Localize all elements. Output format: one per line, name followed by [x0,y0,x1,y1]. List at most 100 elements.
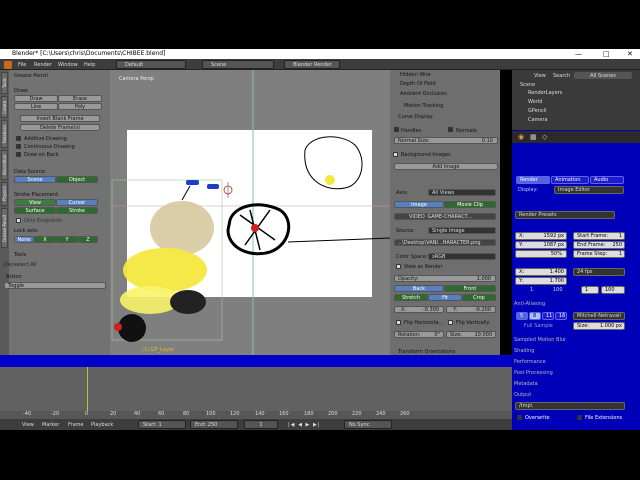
lock-x-button[interactable]: X [34,236,56,243]
normals-checkbox[interactable] [448,127,453,132]
front-button[interactable]: Front [444,285,496,292]
tab-physics[interactable]: Physics [1,182,8,206]
close-icon[interactable]: ✕ [627,49,633,59]
playback-controls-icon[interactable]: |◀ ◀ ▶ ▶| [288,421,321,429]
offset-x-field[interactable]: X: -0.300 [394,306,444,313]
resolution-percent-field[interactable]: 50% [515,250,567,258]
performance-header[interactable]: Performance [514,358,626,366]
tools-section-label[interactable]: Tools [14,252,26,258]
curve-display-header[interactable]: Curve Display [398,114,433,120]
action-select[interactable]: Toggle [4,282,106,289]
timeline-view-menu[interactable]: View [22,421,34,429]
frame-step-field[interactable]: Frame Step: 1 [573,250,625,258]
tab-animation[interactable]: Animation [1,150,8,180]
metadata-header[interactable]: Metadata [514,380,626,388]
scene-select[interactable]: Scene [202,60,274,69]
render-button[interactable]: Render [516,176,550,184]
flip-h-checkbox[interactable] [396,320,401,325]
outliner-item-gpencil[interactable]: GPencil [528,108,546,114]
output-path-field[interactable]: /tmp\ [515,402,625,410]
view-as-render-checkbox[interactable] [396,264,401,269]
overwrite-checkbox[interactable] [517,415,522,420]
dof-label[interactable]: Depth Of Field [400,81,436,87]
back-button[interactable]: Back [394,285,444,292]
image-datablock[interactable]: VIDEO_GAME-CHARACT... [394,213,496,220]
draw-on-back-checkbox[interactable] [16,152,21,157]
outliner-item-world[interactable]: World [528,99,542,105]
filepath-field[interactable]: ..\Desktop\VANI...HARACTER.png [394,239,496,246]
current-frame-field[interactable]: 1 [244,420,278,429]
resolution-y-field[interactable]: Y: 1087 px [515,241,567,249]
minimize-icon[interactable]: — [575,49,582,59]
scene-icon[interactable]: ◇ [542,133,547,141]
menu-render[interactable]: Render [34,61,52,69]
surface-placement-button[interactable]: Surface [14,207,56,214]
filter-size-field[interactable]: Size: 1.000 px [573,322,625,330]
render-engine-select[interactable]: Blender Render [284,60,340,69]
render-layers-icon[interactable]: ▦ [530,133,537,141]
sync-mode-select[interactable]: No Sync [344,420,392,429]
operator-title[interactable]: (De)select All [3,262,36,268]
menu-window[interactable]: Window [58,61,78,69]
background-images-checkbox[interactable] [393,152,398,157]
motion-tracking-header[interactable]: Motion Tracking [404,103,443,109]
scene-source-button[interactable]: Scene [14,176,56,183]
outliner-view-menu[interactable]: View [534,73,546,79]
poly-button[interactable]: Poly [58,103,102,110]
aa-8-button[interactable]: 8 [529,312,541,320]
output-header[interactable]: Output [514,391,626,399]
source-select[interactable]: Single Image [428,227,496,234]
tab-relations[interactable]: Relations [1,120,8,148]
outliner-display-select[interactable]: All Scenes [574,72,632,79]
aspect-y-field[interactable]: Y: 1.700 [515,277,567,285]
add-image-button[interactable]: Add Image [394,163,498,170]
line-button[interactable]: Line [14,103,58,110]
opacity-field[interactable]: Opacity: 1.000 [394,275,496,282]
editor-type-icon[interactable] [4,61,12,69]
draw-button[interactable]: Draw [14,95,58,102]
tab-tools[interactable]: Tools [1,72,8,94]
cursor-placement-button[interactable]: Cursor [56,199,98,206]
resolution-x-field[interactable]: X: 1592 px [515,232,567,240]
tab-grease-pencil[interactable]: Grease Pencil [1,208,8,248]
only-endpoints-checkbox[interactable] [16,218,21,223]
offset-y-field[interactable]: Y: -0.200 [446,306,496,313]
image-source-button[interactable]: Image [394,201,444,208]
tab-create[interactable]: Create [1,96,8,118]
camera-context-icon[interactable]: ◉ [518,133,524,141]
outliner-item-renderlayers[interactable]: RenderLayers [528,90,562,96]
flip-v-checkbox[interactable] [448,320,453,325]
axis-select[interactable]: All Views [428,189,496,196]
post-processing-header[interactable]: Post Processing [514,369,626,377]
timeline-start-field[interactable]: Start: 1 [138,420,186,429]
maximize-icon[interactable]: □ [603,49,610,59]
ao-label[interactable]: Ambient Occlusion [400,91,447,97]
frame-rate-select[interactable]: 24 fps [573,268,625,276]
full-sample-label[interactable]: Full Sample [524,323,553,329]
timeline-end-field[interactable]: End: 250 [190,420,238,429]
lock-z-button[interactable]: Z [78,236,98,243]
stretch-button[interactable]: Stretch [394,294,428,301]
time-remap-old[interactable]: 1 [581,286,599,294]
current-frame-cursor[interactable] [87,367,88,411]
lock-none-button[interactable]: None [14,236,34,243]
delete-frames-button[interactable]: Delete Frame(s) [20,124,100,131]
menu-help[interactable]: Help [84,61,95,69]
screen-layout-select[interactable]: Default [116,60,186,69]
aa-11-button[interactable]: 11 [542,312,554,320]
outliner-item-camera[interactable]: Camera [528,117,548,123]
additive-checkbox[interactable] [16,136,21,141]
continuous-checkbox[interactable] [16,144,21,149]
display-select[interactable]: Image Editor [554,186,624,194]
color-space-select[interactable]: sRGB [428,253,496,260]
stroke-placement-button[interactable]: Stroke [56,207,98,214]
animation-render-button[interactable]: Animation [551,176,589,184]
aa-16-button[interactable]: 16 [555,312,567,320]
anti-aliasing-header[interactable]: Anti-Aliasing [514,300,626,308]
insert-blank-frame-button[interactable]: Insert Blank Frame [20,115,100,122]
background-images-header[interactable]: Background Images [401,152,451,158]
outliner-search-menu[interactable]: Search [553,73,570,79]
motion-blur-header[interactable]: Sampled Motion Blur [514,336,626,344]
size-field[interactable]: Size: 10.000 [446,331,496,338]
rotation-field[interactable]: Rotation: 0° [394,331,444,338]
